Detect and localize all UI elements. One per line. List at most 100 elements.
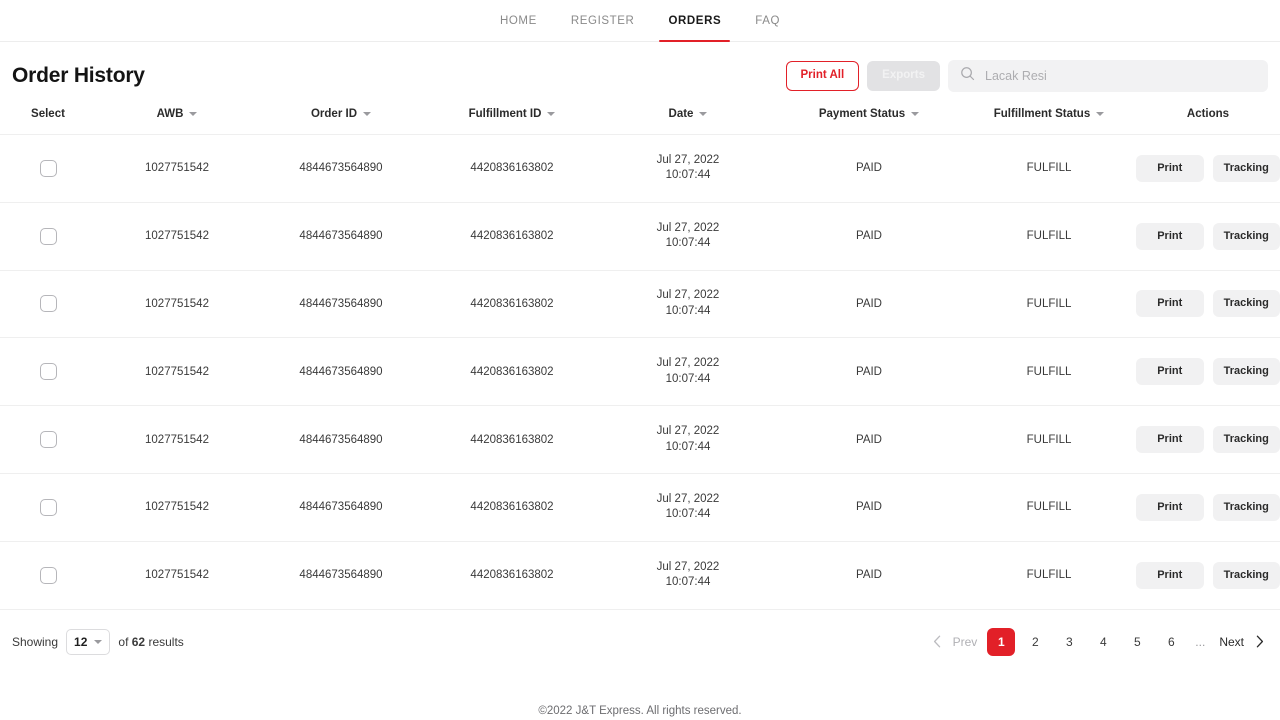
total-count: 62 <box>132 635 145 649</box>
page-size-select[interactable]: 12 <box>66 629 110 655</box>
print-button[interactable]: Print <box>1136 223 1204 250</box>
fulfillment-status-badge: FULFILL <box>1027 501 1072 513</box>
fulfillment-status-badge: FULFILL <box>1027 298 1072 310</box>
chevron-right-icon[interactable] <box>1252 635 1268 648</box>
column-label: Select <box>31 108 65 120</box>
header-toolbar: Print All Exports <box>786 60 1269 92</box>
search-icon <box>960 66 975 86</box>
row-checkbox[interactable] <box>40 431 57 448</box>
row-checkbox[interactable] <box>40 160 57 177</box>
order-id-value: 4844673564890 <box>299 230 382 242</box>
cell-awb: 1027751542 <box>96 135 258 203</box>
tracking-button[interactable]: Tracking <box>1213 426 1280 453</box>
payment-status-badge: PAID <box>856 366 882 378</box>
print-button[interactable]: Print <box>1136 155 1204 182</box>
sort-caret-down-icon[interactable] <box>911 112 919 116</box>
page-button-5[interactable]: 5 <box>1123 628 1151 656</box>
showing-summary: Showing 12 of 62 results <box>12 629 184 655</box>
row-checkbox[interactable] <box>40 228 57 245</box>
chevron-left-icon[interactable] <box>929 635 945 648</box>
cell-payment-status: PAID <box>776 338 962 406</box>
tracking-button[interactable]: Tracking <box>1213 562 1280 589</box>
cell-actions: Print Tracking <box>1136 202 1280 270</box>
nav-item-faq[interactable]: FAQ <box>738 0 797 42</box>
sort-caret-down-icon[interactable] <box>547 112 555 116</box>
print-all-button[interactable]: Print All <box>786 61 860 91</box>
next-page-button[interactable]: Next <box>1213 635 1250 649</box>
prev-page-button[interactable]: Prev <box>947 635 984 649</box>
row-checkbox[interactable] <box>40 363 57 380</box>
cell-awb: 1027751542 <box>96 202 258 270</box>
tracking-button[interactable]: Tracking <box>1213 155 1280 182</box>
order-id-value: 4844673564890 <box>299 501 382 513</box>
cell-order-id: 4844673564890 <box>258 270 424 338</box>
column-header-fulfillment-status[interactable]: Fulfillment Status <box>962 102 1136 135</box>
tracking-button[interactable]: Tracking <box>1213 358 1280 385</box>
nav-item-home[interactable]: HOME <box>483 0 554 42</box>
page-button-4[interactable]: 4 <box>1089 628 1117 656</box>
cell-date: Jul 27, 202210:07:44 <box>600 270 776 338</box>
cell-actions: Print Tracking <box>1136 135 1280 203</box>
cell-fulfillment-id: 4420836163802 <box>424 473 600 541</box>
column-header-awb[interactable]: AWB <box>96 102 258 135</box>
date-value: Jul 27, 2022 <box>600 356 776 372</box>
fulfillment-status-badge: FULFILL <box>1027 366 1072 378</box>
table-row: 102775154248446735648904420836163802Jul … <box>0 202 1280 270</box>
cell-fulfillment-id: 4420836163802 <box>424 338 600 406</box>
column-header-payment-status[interactable]: Payment Status <box>776 102 962 135</box>
sort-caret-down-icon[interactable] <box>189 112 197 116</box>
sort-caret-down-icon[interactable] <box>699 112 707 116</box>
page-button-1[interactable]: 1 <box>987 628 1015 656</box>
time-value: 10:07:44 <box>600 168 776 184</box>
cell-date: Jul 27, 202210:07:44 <box>600 541 776 609</box>
sort-caret-down-icon[interactable] <box>363 112 371 116</box>
page-button-3[interactable]: 3 <box>1055 628 1083 656</box>
nav-item-orders[interactable]: ORDERS <box>651 0 738 42</box>
column-header-date[interactable]: Date <box>600 102 776 135</box>
cell-actions: Print Tracking <box>1136 541 1280 609</box>
row-checkbox[interactable] <box>40 567 57 584</box>
row-checkbox[interactable] <box>40 295 57 312</box>
fulfillment-id-value: 4420836163802 <box>470 230 553 242</box>
awb-value: 1027751542 <box>145 298 209 310</box>
order-id-value: 4844673564890 <box>299 298 382 310</box>
table-row: 102775154248446735648904420836163802Jul … <box>0 135 1280 203</box>
cell-payment-status: PAID <box>776 541 962 609</box>
time-value: 10:07:44 <box>600 575 776 591</box>
fulfillment-id-value: 4420836163802 <box>470 569 553 581</box>
cell-payment-status: PAID <box>776 473 962 541</box>
print-button[interactable]: Print <box>1136 562 1204 589</box>
page-button-6[interactable]: 6 <box>1157 628 1185 656</box>
tracking-button[interactable]: Tracking <box>1213 290 1280 317</box>
tracking-button[interactable]: Tracking <box>1213 223 1280 250</box>
order-id-value: 4844673564890 <box>299 162 382 174</box>
nav-item-register[interactable]: REGISTER <box>554 0 652 42</box>
page-content: Order History Print All Exports <box>0 42 1280 656</box>
tracking-button[interactable]: Tracking <box>1213 494 1280 521</box>
exports-button[interactable]: Exports <box>867 61 940 91</box>
sort-caret-down-icon[interactable] <box>1096 112 1104 116</box>
print-button[interactable]: Print <box>1136 494 1204 521</box>
print-button[interactable]: Print <box>1136 426 1204 453</box>
column-header-fulfillment-id[interactable]: Fulfillment ID <box>424 102 600 135</box>
column-label: Fulfillment Status <box>994 108 1090 120</box>
cell-date: Jul 27, 202210:07:44 <box>600 135 776 203</box>
column-header-order-id[interactable]: Order ID <box>258 102 424 135</box>
column-label: Order ID <box>311 108 357 120</box>
cell-select <box>0 270 96 338</box>
fulfillment-status-badge: FULFILL <box>1027 162 1072 174</box>
pagination-controls: Prev 1 2 3 4 5 6 ... Next <box>929 628 1268 656</box>
cell-fulfillment-status: FULFILL <box>962 473 1136 541</box>
cell-payment-status: PAID <box>776 270 962 338</box>
main-navigation: HOME REGISTER ORDERS FAQ <box>0 0 1280 42</box>
print-button[interactable]: Print <box>1136 290 1204 317</box>
print-button[interactable]: Print <box>1136 358 1204 385</box>
search-input[interactable] <box>985 69 1256 83</box>
cell-payment-status: PAID <box>776 135 962 203</box>
showing-label: Showing <box>12 635 58 649</box>
page-button-2[interactable]: 2 <box>1021 628 1049 656</box>
search-box[interactable] <box>948 60 1268 92</box>
row-checkbox[interactable] <box>40 499 57 516</box>
fulfillment-status-badge: FULFILL <box>1027 434 1072 446</box>
column-label: AWB <box>157 108 184 120</box>
